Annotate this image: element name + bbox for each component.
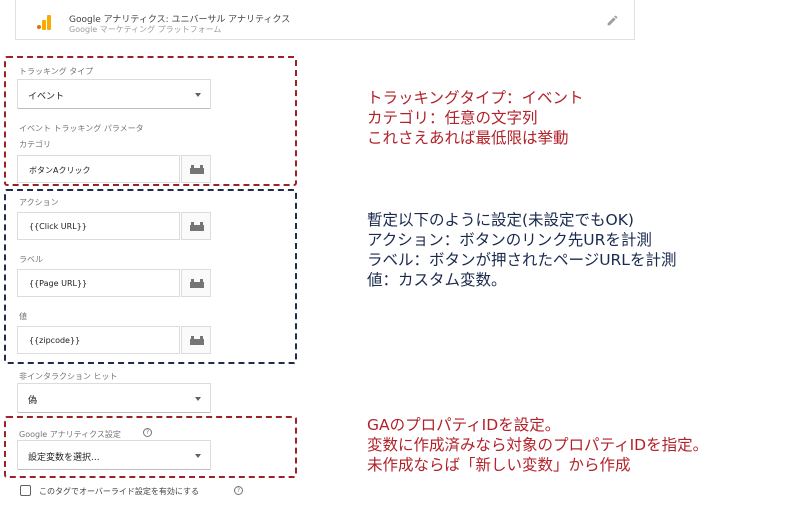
ga-settings-highlight	[4, 416, 297, 478]
chevron-down-icon	[195, 397, 201, 401]
annotation-line: 未作成ならば「新しい変数」から作成	[367, 456, 631, 474]
annotation-line: これさえあれば最低限は挙動	[367, 129, 569, 147]
override-label: このタグでオーバーライド設定を有効にする	[39, 487, 199, 496]
annotation-line: 変数に作成済みなら対象のプロパティIDを指定。	[367, 436, 709, 454]
analytics-bars-icon	[37, 15, 51, 30]
noninteraction-label: 非インタラクション ヒット	[19, 372, 118, 381]
annotation-line: GAのプロパティIDを設定。	[367, 416, 561, 434]
pencil-icon[interactable]	[606, 14, 619, 27]
annotation-line: アクション：ボタンのリンク先URを計測	[367, 231, 652, 249]
override-checkbox[interactable]	[20, 485, 31, 496]
noninteraction-value: 偽	[28, 396, 38, 406]
noninteraction-select[interactable]: 偽	[17, 383, 211, 413]
tag-type-subtitle: Google マーケティング プラットフォーム	[69, 25, 222, 34]
annotation-line: 暫定以下のように設定(未設定でもOK)	[367, 211, 634, 229]
annotation-line: トラッキングタイプ：イベント	[367, 89, 584, 107]
annotation-line: カテゴリ：任意の文字列	[367, 109, 538, 127]
annotation-line: ラベル：ボタンが押されたページURLを計測	[367, 251, 677, 269]
annotation-optional: 暫定以下のように設定(未設定でもOK) アクション：ボタンのリンク先URを計測 …	[367, 210, 676, 290]
annotation-tracking: トラッキングタイプ：イベント カテゴリ：任意の文字列 これさえあれば最低限は挙動	[367, 88, 584, 148]
annotation-line: 値：カスタム変数。	[367, 271, 507, 289]
annotation-ga-settings: GAのプロパティIDを設定。 変数に作成済みなら対象のプロパティIDを指定。 未…	[367, 415, 708, 475]
tracking-type-highlight	[4, 56, 297, 186]
optional-params-highlight	[4, 189, 297, 364]
help-icon[interactable]: ?	[234, 486, 243, 495]
